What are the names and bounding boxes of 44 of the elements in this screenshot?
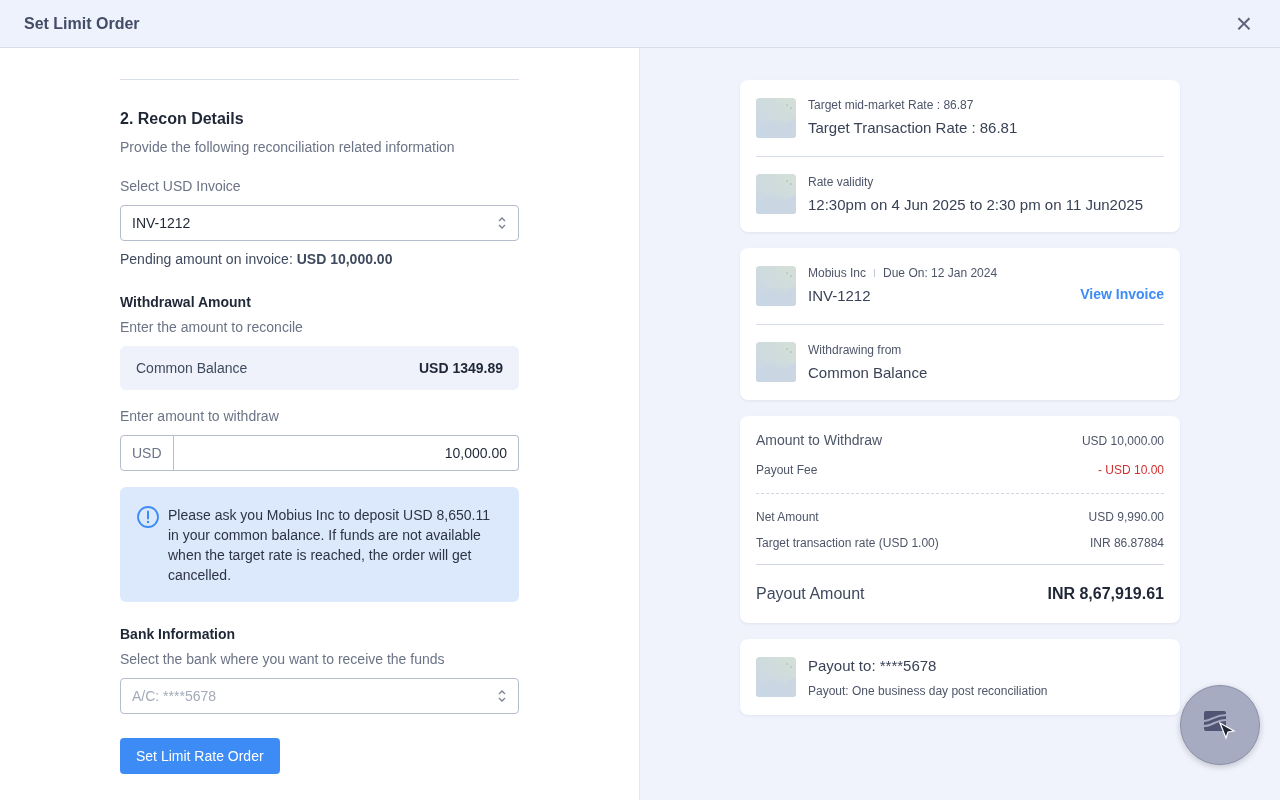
section-subtitle: Provide the following reconciliation related information (120, 138, 456, 157)
company-name: Mobius Inc (808, 266, 867, 280)
detail-label: Withdrawing from (808, 341, 903, 359)
balance-value: USD 1349.89 (418, 358, 503, 378)
chevron-icon (497, 689, 507, 703)
amount-input[interactable]: 10,000.00 (174, 435, 519, 471)
section-heading: 2. Recon Details (120, 109, 245, 129)
detail-value: 12:30pm on 4 Jun 2025 to 2:30 pm on 11 Jun2025 (808, 194, 1143, 215)
subsection-heading: Bank Information (120, 625, 237, 644)
pending-amount-text: Pending amount on invoice: USD 10,000.00 (120, 250, 394, 269)
balance-label: Common Balance (136, 358, 248, 378)
breakdown-label: Payout Fee (756, 462, 818, 479)
chevron-icon (497, 216, 507, 230)
field-label: Select USD Invoice (120, 177, 242, 196)
payout-destination: Payout to: ****5678 (808, 656, 938, 676)
window-title: Set Limit Order (24, 13, 140, 34)
select-field[interactable]: INV-1212 (120, 205, 519, 241)
separator (874, 269, 876, 277)
subsection-subtitle: Select the bank where you want to receive the funds (120, 650, 446, 669)
breakdown-value: USD 9,990.00 (1088, 509, 1164, 526)
detail-value: Common Balance (808, 362, 928, 383)
field-label: Enter amount to withdraw (120, 407, 280, 426)
wave-cursor-icon (1202, 709, 1238, 741)
info-icon (136, 505, 160, 529)
breakdown-label: Target transaction rate (USD 1.00) (756, 535, 939, 552)
detail-value: INV-1212 (808, 286, 871, 306)
subsection-heading: Withdrawal Amount (120, 293, 252, 312)
view-invoice-link[interactable]: View Invoice (1080, 284, 1164, 306)
close-button[interactable]: × (1231, 9, 1256, 38)
breakdown-label: Net Amount (756, 509, 819, 526)
submit-button[interactable]: Set Limit Rate Order (120, 738, 280, 774)
payout-note: Payout: One business day post reconciliation (808, 682, 1048, 700)
breakdown-value: USD 10,000.00 (1081, 432, 1164, 450)
detail-label: Rate validity (808, 173, 875, 191)
breakdown-label: Amount to Withdraw (756, 431, 883, 450)
detail-value: Target Transaction Rate : 86.81 (808, 118, 1018, 138)
breakdown-value: - USD 10.00 (1097, 462, 1164, 479)
alert-text: Please ask you Mobius Inc to deposit USD 8,650.11 in your common balance. If funds are not available when the target rate is reached, the order will get cancelled. (168, 506, 491, 585)
total-value: INR 8,67,919.61 (1047, 584, 1164, 604)
subsection-subtitle: Enter the amount to reconcile (120, 318, 304, 337)
total-label: Payout Amount (756, 584, 865, 604)
due-date: Due On: 12 Jan 2024 (883, 266, 998, 280)
breakdown-value: INR 86.87884 (1089, 535, 1164, 552)
detail-label: Target mid-market Rate : 86.87 (808, 97, 975, 114)
